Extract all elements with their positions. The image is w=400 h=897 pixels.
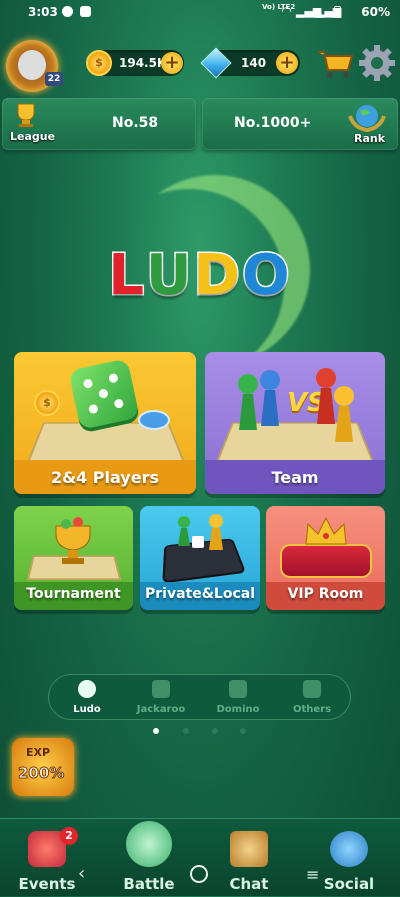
promo-badge: EXP xyxy=(26,746,51,759)
social-friends-icon xyxy=(330,831,368,867)
mode-card-tournament[interactable]: Tournament xyxy=(14,506,133,610)
global-rank-value: No.1000+ xyxy=(234,115,312,131)
battle-swords-icon xyxy=(126,821,172,867)
add-gems-button[interactable]: + xyxy=(276,52,298,74)
wifi-icon: ◠ xyxy=(282,4,292,18)
status-time: 3:03 xyxy=(28,5,58,19)
nav-battle[interactable]: Battle xyxy=(104,821,194,897)
tournament-cup-icon xyxy=(50,514,96,566)
nav-events[interactable]: Events xyxy=(2,827,92,897)
logo-letter-o: O xyxy=(241,242,292,310)
league-label: League xyxy=(10,130,56,143)
tab-label: Domino xyxy=(216,704,260,715)
tab-label: Jackaroo xyxy=(136,704,186,715)
domino-icon xyxy=(229,680,247,698)
game-type-tabs: Ludo Jackaroo Domino Others xyxy=(48,674,351,720)
page-indicator-active xyxy=(153,728,159,734)
mode-card-private-local[interactable]: Private&Local xyxy=(140,506,260,610)
blue-pawn-icon xyxy=(255,368,285,428)
bottom-navigation: Events 2 Battle Chat Social ‹ ≡ xyxy=(0,818,400,896)
logo-letter-l: L xyxy=(107,242,147,310)
battery-icon xyxy=(334,6,341,18)
tab-others[interactable]: Others xyxy=(277,674,347,720)
nav-chat[interactable]: Chat xyxy=(204,827,294,897)
jackaroo-cards-icon xyxy=(152,680,170,698)
crown-icon xyxy=(304,516,348,546)
settings-gear-icon[interactable] xyxy=(358,44,396,82)
nav-social[interactable]: Social xyxy=(304,827,394,897)
mode-card-2-4-players[interactable]: $ 2&4 Players xyxy=(14,352,196,494)
android-home-icon[interactable] xyxy=(190,865,208,883)
add-coins-button[interactable]: + xyxy=(161,52,183,74)
exp-boost-promo[interactable]: EXP 200% xyxy=(12,738,74,796)
others-horse-icon xyxy=(303,680,321,698)
yellow-pawn-icon xyxy=(206,514,226,550)
page-indicator xyxy=(212,728,218,734)
mode-card-label: Private&Local xyxy=(144,586,256,602)
page-indicator xyxy=(240,728,246,734)
green-pawn-icon xyxy=(176,516,192,546)
ludo-tab-icon xyxy=(78,680,96,698)
mode-card-label: Tournament xyxy=(26,586,121,602)
blue-token-icon xyxy=(138,410,170,430)
phone-icon xyxy=(162,538,247,584)
mode-card-vip-room[interactable]: VIP Room xyxy=(266,506,385,610)
coin-icon: $ xyxy=(86,50,112,76)
tab-domino[interactable]: Domino xyxy=(203,674,273,720)
shop-cart-icon[interactable] xyxy=(316,46,354,80)
logo-letter-u: U xyxy=(145,242,194,310)
tab-jackaroo[interactable]: Jackaroo xyxy=(126,674,196,720)
tab-ludo[interactable]: Ludo xyxy=(52,674,122,720)
events-notification-badge: 2 xyxy=(60,827,78,845)
ludo-logo: LUDO xyxy=(0,242,400,310)
player-level-badge: 22 xyxy=(45,72,63,86)
page-indicator xyxy=(183,728,189,734)
rank-label: Rank xyxy=(354,132,386,145)
nav-label: Chat xyxy=(229,875,269,893)
gems-amount: 140 xyxy=(241,56,267,70)
promo-value: 200% xyxy=(17,764,65,783)
nav-label: Battle xyxy=(123,875,175,893)
app-notification-icon xyxy=(80,6,91,17)
logo-letter-d: D xyxy=(192,242,243,310)
chat-notification-icon xyxy=(62,6,73,17)
coins-amount: 194.5K xyxy=(119,56,167,70)
tab-label: Others xyxy=(292,704,332,715)
tab-label: Ludo xyxy=(73,704,101,715)
status-bar: 3:03 Vo) LTE2 ◠ ▂▄▆ ▂▄▆ 60% xyxy=(0,0,400,24)
league-rank-value: No.58 xyxy=(112,115,159,131)
rank-globe-icon xyxy=(348,102,386,134)
league-trophy-icon xyxy=(12,102,40,128)
dice-icon xyxy=(192,536,204,548)
mode-card-label: 2&4 Players xyxy=(51,468,159,487)
coin-icon: $ xyxy=(34,390,60,416)
mode-card-team[interactable]: VS Team xyxy=(205,352,385,494)
android-back-icon[interactable]: ‹ xyxy=(78,863,85,884)
android-recents-icon[interactable]: ≡ xyxy=(306,865,319,884)
green-dice-icon xyxy=(68,358,140,430)
mode-card-label: VIP Room xyxy=(287,586,364,602)
mode-card-label: Team xyxy=(271,468,319,487)
vip-cushion-icon xyxy=(280,544,372,578)
battery-level: 60% xyxy=(361,5,390,19)
avatar-face xyxy=(18,50,46,80)
yellow-pawn-icon xyxy=(329,384,359,444)
chat-house-icon xyxy=(230,831,268,867)
